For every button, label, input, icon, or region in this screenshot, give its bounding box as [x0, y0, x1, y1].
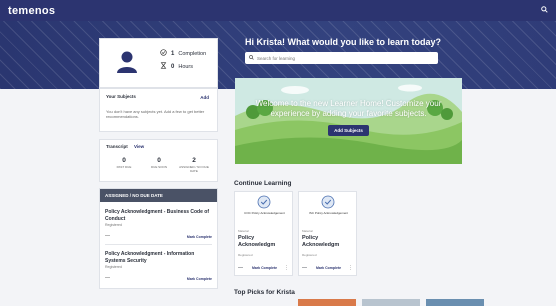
course-type: Material — [302, 229, 313, 233]
more-options-icon[interactable]: ⋮ — [348, 265, 353, 271]
learning-search-input[interactable] — [257, 55, 432, 61]
hourglass-icon — [160, 62, 167, 71]
course-status: Registered — [238, 253, 253, 257]
transcript-view-link[interactable]: View — [134, 144, 144, 149]
temenos-logo[interactable]: temenos — [8, 5, 55, 17]
completions-stat: 1 Completion — [160, 49, 206, 58]
policy-badge-icon — [321, 195, 335, 209]
welcome-banner: Welcome to the new Learner Home! Customi… — [235, 78, 462, 164]
hours-value: 0 — [171, 63, 175, 70]
transcript-title: Transcript — [106, 144, 128, 149]
learning-search-box[interactable] — [245, 52, 438, 64]
add-subject-link[interactable]: Add — [200, 95, 209, 100]
course-dash: — — [238, 265, 243, 271]
top-pick-thumbnail[interactable] — [426, 299, 484, 306]
assigned-item-dash: — — [105, 275, 110, 281]
subjects-title: Your Subjects — [106, 94, 136, 99]
top-bar: temenos — [0, 0, 556, 21]
hours-stat: 0 Hours — [160, 62, 193, 71]
assigned-item-status: Registered — [105, 265, 122, 269]
course-title[interactable]: Policy Acknowledgm — [238, 235, 292, 249]
divider — [105, 244, 212, 245]
course-type: Material — [238, 229, 249, 233]
due-soon-count[interactable]: 0 DUE SOON — [144, 157, 174, 170]
continue-learning-title: Continue Learning — [234, 180, 292, 187]
completions-value: 1 — [171, 50, 175, 57]
top-picks-title: Top Picks for Krista — [234, 289, 295, 296]
transcript-card: Transcript View 0 PAST DUE 0 DUE SOON 2 … — [99, 139, 218, 182]
search-icon — [249, 54, 254, 62]
subjects-card: Your Subjects Add You don't have any sub… — [99, 88, 218, 132]
top-pick-thumbnail[interactable] — [362, 299, 420, 306]
assigned-count[interactable]: 2 ASSIGNED / NO DUE DATE — [179, 157, 209, 173]
badge-name: ISC Policy Acknowledgement — [308, 211, 349, 215]
hours-label: Hours — [178, 63, 194, 70]
course-title[interactable]: Policy Acknowledgm — [302, 235, 356, 249]
assigned-item-title[interactable]: Policy Acknowledgment - Business Code of… — [105, 209, 215, 222]
add-subjects-button[interactable]: Add Subjects — [328, 125, 369, 136]
profile-card: 1 Completion 0 Hours — [99, 38, 218, 88]
landscape-illustration — [235, 78, 462, 164]
subjects-empty-text: You don't have any subjects yet. Add a f… — [106, 109, 205, 119]
course-card[interactable]: COC Policy Acknowledgement Material Poli… — [234, 191, 293, 276]
search-icon[interactable] — [541, 6, 548, 15]
assigned-item-title[interactable]: Policy Acknowledgment - Information Syst… — [105, 251, 215, 264]
course-dash: — — [302, 265, 307, 271]
more-options-icon[interactable]: ⋮ — [284, 265, 289, 271]
mark-complete-link[interactable]: Mark Complete — [316, 266, 341, 270]
course-status: Registered — [302, 253, 317, 257]
mark-complete-link[interactable]: Mark Complete — [187, 235, 212, 239]
assigned-item-dash: — — [105, 233, 110, 239]
policy-badge-icon — [257, 195, 271, 209]
greeting-text: Hi Krista! What would you like to learn … — [245, 37, 442, 47]
avatar[interactable] — [115, 49, 139, 73]
assigned-list-card: ASSIGNED / NO DUE DATE Policy Acknowledg… — [99, 188, 218, 289]
mark-complete-link[interactable]: Mark Complete — [252, 266, 277, 270]
past-due-count[interactable]: 0 PAST DUE — [109, 157, 139, 170]
banner-message: Welcome to the new Learner Home! Customi… — [255, 99, 442, 118]
mark-complete-link[interactable]: Mark Complete — [187, 277, 212, 281]
badge-name: COC Policy Acknowledgement — [244, 211, 285, 215]
check-circle-icon — [160, 49, 167, 58]
completions-label: Completion — [178, 50, 207, 57]
assigned-item-status: Registered — [105, 223, 122, 227]
assigned-header: ASSIGNED / NO DUE DATE — [100, 189, 217, 202]
course-card[interactable]: ISC Policy Acknowledgement Material Poli… — [298, 191, 357, 276]
top-pick-thumbnail[interactable] — [298, 299, 356, 306]
